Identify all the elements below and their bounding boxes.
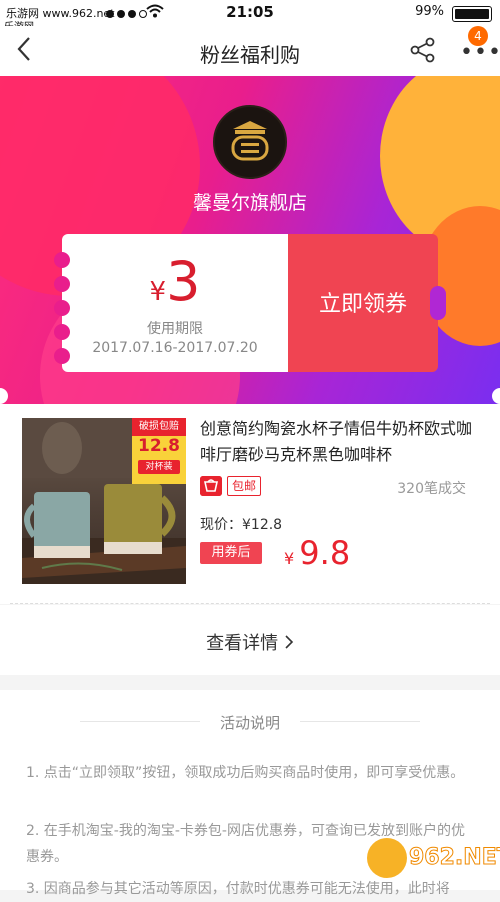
current-price: 现价：¥12.8 — [200, 517, 283, 533]
site-watermark: 962.NET 乐游网 — [365, 830, 500, 889]
view-details-label: 查看详情 — [206, 633, 279, 654]
valid-dates: 2017.07.16-2017.07.20 — [92, 340, 258, 356]
after-coupon-price: ¥ 9.8 — [284, 534, 350, 572]
watermark-sub: 乐游网 — [435, 873, 471, 887]
promo-tag: 破损包赔 12.8 对杯装 — [132, 418, 186, 484]
hero-banner: 馨曼尔旗舰店 ¥3 使用期限 2017.07.16-2017.07.20 立即领… — [0, 76, 500, 404]
coupon-notch — [54, 348, 70, 364]
store-logo-icon — [231, 121, 269, 161]
coupon-notch — [54, 252, 70, 268]
after-currency: ¥ — [284, 549, 295, 568]
nav-header: 粉丝福利购 ••• 4 — [0, 26, 500, 76]
coupon-currency: ¥ — [149, 277, 167, 307]
product-title[interactable]: 创意简约陶瓷水杯子情侣牛奶杯欧式咖啡厅磨砂马克杯黑色咖啡杯 — [200, 416, 480, 468]
product-image[interactable]: 破损包赔 12.8 对杯装 — [22, 418, 186, 584]
battery-percent: 99% — [415, 4, 444, 19]
promo-tag-price: 12.8 — [138, 436, 180, 456]
status-bar: 乐游网 www.962.net 21:05 99% — [0, 0, 500, 26]
divider — [10, 603, 490, 604]
coupon-notch — [54, 324, 70, 340]
share-icon[interactable] — [409, 36, 437, 68]
promo-tag-bottom: 对杯装 — [138, 460, 180, 474]
product-card[interactable]: 破损包赔 12.8 对杯装 创意简约陶瓷水杯子情侣牛奶杯欧式咖啡厅磨砂马克杯黑色… — [0, 404, 500, 604]
battery-icon — [452, 6, 492, 22]
coupon-notch — [54, 276, 70, 292]
free-shipping-badge: 包邮 — [227, 476, 262, 496]
claim-coupon-button[interactable]: 立即领券 — [288, 234, 438, 372]
store-logo[interactable] — [213, 105, 287, 179]
coupon-info: ¥3 使用期限 2017.07.16-2017.07.20 — [62, 234, 288, 372]
taobao-icon — [200, 476, 222, 496]
view-details-row: 查看详情 — [0, 629, 500, 655]
coupon-card: ¥3 使用期限 2017.07.16-2017.07.20 立即领券 — [54, 234, 446, 372]
watermark-text: 962.NET — [409, 845, 500, 870]
after-coupon-label: 用券后 — [200, 542, 262, 564]
coupon-notch — [54, 300, 70, 316]
notification-badge: 4 — [468, 26, 488, 46]
valid-label: 使用期限 — [147, 321, 203, 337]
chevron-right-icon — [284, 633, 294, 654]
promo-tag-top: 破损包赔 — [132, 418, 186, 436]
rule-item: 1. 点击“立即领取”按钮，领取成功后购买商品时使用，即可享受优惠。 — [26, 765, 465, 781]
after-price-value: 9.8 — [299, 534, 351, 572]
claim-coupon-label: 立即领券 — [318, 292, 407, 317]
view-details-button[interactable]: 查看详情 — [0, 605, 500, 675]
coupon-notch — [430, 286, 446, 320]
coupon-value: 3 — [166, 250, 201, 313]
coupon-amount: ¥3 — [62, 250, 288, 313]
store-name: 馨曼尔旗舰店 — [192, 192, 307, 214]
sold-count: 320笔成交 — [397, 481, 466, 497]
rules-heading: 活动说明 — [219, 714, 280, 732]
